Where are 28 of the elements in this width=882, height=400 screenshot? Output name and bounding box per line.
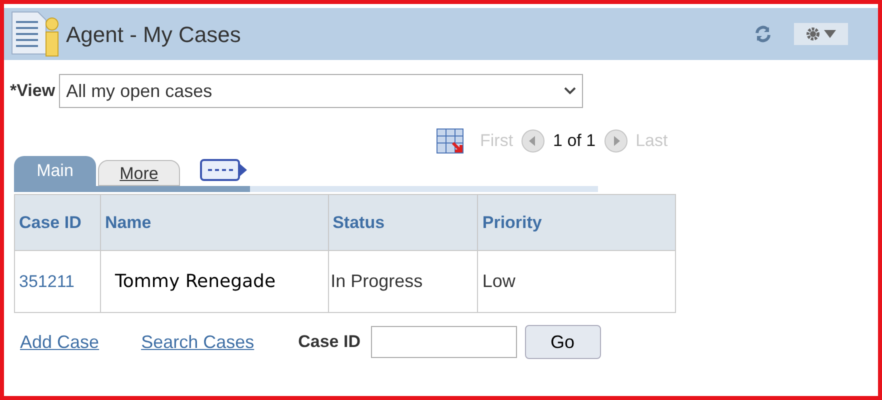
tab[interactable]: More [98,160,180,186]
column-header: Priority [478,194,676,250]
case-id-link[interactable]: 351211 [14,250,100,312]
column-header: Status [328,194,478,250]
table-cell: Tommy Renegade [100,250,328,312]
column-header: Case ID [14,194,100,250]
previous-icon[interactable] [521,129,546,153]
view-label: *View [10,80,56,102]
tab[interactable]: Main [14,156,96,186]
column-header: Name [100,194,328,250]
table-cell: Low [478,250,676,312]
view-select[interactable]: All my open cases [59,74,584,108]
gear-icon [806,27,820,41]
table-cell: In Progress [328,250,478,312]
footer-link[interactable]: Search Cases [141,328,254,356]
chevron-down-icon [564,87,576,95]
next-icon[interactable] [604,129,628,153]
go-button[interactable]: Go [524,325,600,359]
settings-menu-button[interactable] [794,23,848,45]
panel-title: Agent - My Cases [66,20,241,49]
caret-icon [824,30,836,38]
footer-link[interactable]: Add Case [20,328,100,356]
case-id-field[interactable] [370,326,516,358]
refresh-icon[interactable] [754,25,772,43]
page-count: 1 of 1 [553,130,596,152]
grid-download-icon[interactable] [436,128,464,154]
show-all-columns-icon[interactable] [200,158,248,182]
case-id-label: Case ID [298,331,360,354]
